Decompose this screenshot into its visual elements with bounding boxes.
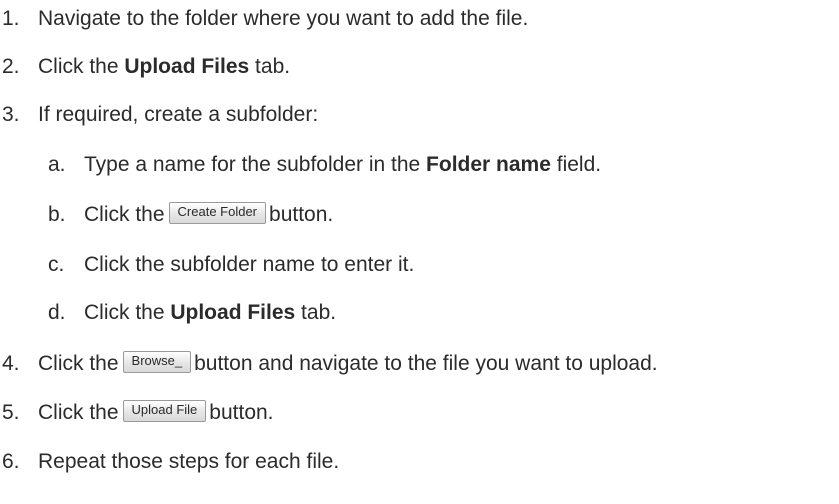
step-number: 4.	[2, 352, 20, 375]
substep-d: d. Click the Upload Files tab.	[48, 298, 336, 328]
substep-b: b. Click the Create Folder button.	[48, 200, 333, 230]
step-text: Click the Upload File button.	[38, 398, 274, 428]
step-text: Navigate to the folder where you want to…	[38, 7, 529, 30]
substep-letter: a.	[48, 153, 66, 176]
substep-letter: c.	[48, 253, 65, 276]
step-4: 4. Click the Browse_ button and navigate t…	[0, 349, 658, 379]
step-5: 5. Click the Upload File button.	[0, 398, 274, 428]
step-number: 3.	[2, 103, 20, 126]
step-text-post: button.	[209, 401, 274, 424]
substep-text-pre: Click the	[84, 301, 171, 324]
substep-a: a. Type a name for the subfolder in the …	[48, 150, 601, 180]
step-3: 3. If required, create a subfolder:	[0, 100, 318, 130]
substep-text-post: button.	[269, 203, 334, 226]
step-6: 6. Repeat those steps for each file.	[0, 447, 339, 477]
step-text-pre: Click the	[38, 401, 119, 424]
create-folder-button[interactable]: Create Folder	[168, 202, 267, 225]
step-text-pre: Click the	[38, 55, 125, 78]
step-2: 2. Click the Upload Files tab.	[0, 52, 290, 82]
step-number: 5.	[2, 401, 20, 424]
substep-text: Click the Upload Files tab.	[84, 298, 336, 328]
ui-label-folder-name: Folder name	[426, 153, 551, 176]
substep-text: Click the Create Folder button.	[84, 200, 333, 230]
step-text-post: tab.	[249, 55, 291, 78]
step-text: Repeat those steps for each file.	[38, 450, 340, 473]
substep-text-pre: Type a name for the subfolder in the	[84, 153, 427, 176]
step-number: 1.	[2, 7, 20, 30]
substep-text-post: field.	[550, 153, 602, 176]
substep-text: Click the subfolder name to enter it.	[84, 253, 415, 276]
step-number: 6.	[2, 450, 20, 473]
browse-button[interactable]: Browse_	[122, 351, 192, 374]
step-number: 2.	[2, 55, 20, 78]
step-1: 1. Navigate to the folder where you want…	[0, 4, 528, 34]
step-text: Click the Upload Files tab.	[38, 52, 290, 82]
substep-c: c. Click the subfolder name to enter it.	[48, 250, 414, 280]
ui-label-upload-files: Upload Files	[170, 301, 296, 324]
substep-letter: d.	[48, 301, 66, 324]
step-text: If required, create a subfolder:	[38, 103, 319, 126]
substep-text: Type a name for the subfolder in the Fol…	[84, 150, 601, 180]
step-text-pre: Click the	[38, 352, 119, 375]
upload-file-button[interactable]: Upload File	[122, 400, 207, 423]
substep-letter: b.	[48, 203, 66, 226]
substep-text-post: tab.	[295, 301, 337, 324]
step-text: Click the Browse_ button and navigate to t…	[38, 349, 658, 379]
substep-text-pre: Click the	[84, 203, 165, 226]
step-text-post: button and navigate to the file you want…	[194, 352, 658, 375]
ui-label-upload-files: Upload Files	[124, 55, 250, 78]
